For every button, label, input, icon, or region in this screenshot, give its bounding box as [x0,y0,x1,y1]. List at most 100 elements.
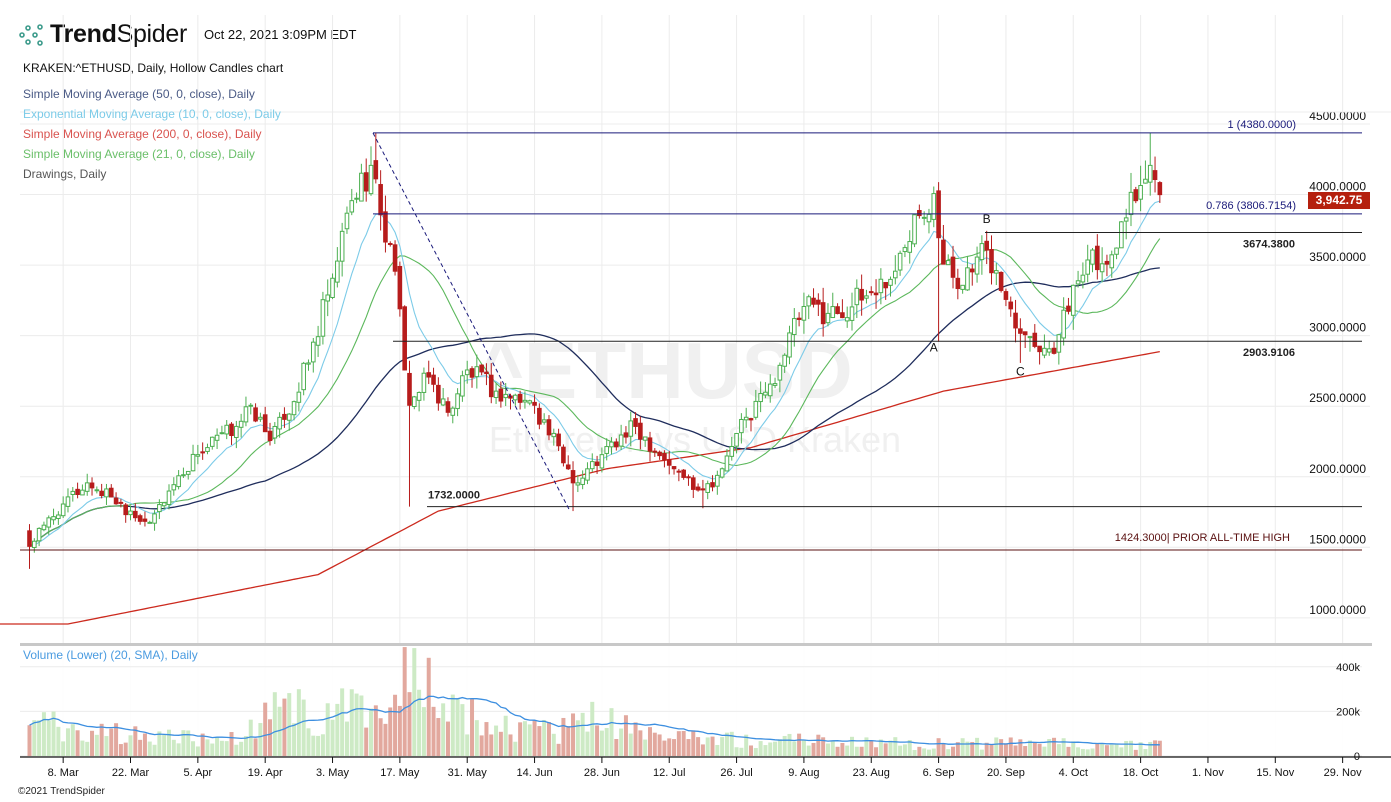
volume-bar [854,746,859,756]
volume-bar [638,730,643,756]
candle-body [354,197,359,200]
candle-body [27,530,32,547]
candle-body [484,371,489,375]
volume-bar [1061,738,1066,756]
candle-body [1018,328,1023,334]
candle-body [1075,280,1081,285]
candle-body [1022,331,1028,336]
volume-bar [869,740,874,756]
candle-body [392,244,398,272]
volume-bar [989,744,994,756]
legend-item[interactable]: Simple Moving Average (200, 0, close), D… [23,127,262,141]
x-tick-label: 5. Apr [183,767,212,779]
x-tick-label: 23. Aug [853,767,890,779]
volume-bar [1080,748,1085,756]
volume-bar [258,723,263,756]
volume-bar [1032,741,1037,756]
x-tick-label: 3. May [316,767,350,779]
candle-body [599,454,605,469]
volume-bar [75,730,80,756]
candle-body [1003,291,1009,300]
volume-bar [1052,737,1057,756]
volume-bar [498,731,503,756]
legend-item[interactable]: Exponential Moving Average (10, 0, close… [23,107,281,121]
volume-bar [90,730,95,756]
legend-item[interactable]: Simple Moving Average (21, 0, close), Da… [23,147,255,161]
candle-body [690,477,696,490]
legend-item[interactable]: Drawings, Daily [23,167,106,181]
wave-label: C [1016,365,1025,379]
volume-bar [1008,737,1013,756]
volume-bar [436,718,441,756]
volume-bar [936,738,941,756]
volume-bar [595,725,600,756]
volume-bar [142,733,147,756]
volume-bar [768,742,773,756]
volume-bar [152,744,157,756]
candle-body [301,362,306,391]
volume-bar [1085,749,1090,756]
volume-bar [402,647,407,756]
volume-bar [349,689,354,756]
candle-body [349,200,355,213]
candle-body [214,434,220,441]
volume-bar [388,707,393,756]
volume-bar [109,728,114,756]
candle-body [378,184,383,216]
candle-body [84,482,90,492]
candle-body [638,422,643,440]
volume-bar [1042,746,1047,756]
candle-body [200,451,205,454]
candle-body [335,260,340,283]
candle-body [772,383,778,386]
volume-bar [306,728,311,756]
candle-body [488,374,494,398]
volume-bar [268,719,272,756]
volume-bar [633,722,638,756]
candle-body [65,496,71,507]
volume-bar [46,720,51,756]
candle-body [657,451,662,457]
candle-body [705,483,711,493]
candle-body [878,278,884,294]
drawing-label: 1732.0000 [428,490,480,502]
volume-bar [753,748,758,756]
x-tick-label: 15. Nov [1256,767,1294,779]
candle-body [743,416,749,421]
volume-bar [104,736,109,756]
candle-body [445,401,451,413]
volume-bar [210,743,215,756]
candle-body [426,372,432,378]
candle-body [282,413,287,420]
candle-body [368,164,374,195]
candle-body [291,401,297,416]
x-tick-label: 1. Nov [1192,767,1224,779]
candle-body [75,488,80,495]
candle-body [888,278,893,286]
volume-bar [195,746,200,756]
x-tick-label: 18. Oct [1123,767,1158,779]
y-tick-label: 4500.0000 [1309,109,1366,123]
volume-bar [508,734,513,756]
volume-bar [171,739,176,756]
volume-bar [628,733,633,756]
candle-body [450,407,456,416]
candle-body [719,468,725,478]
y-tick-label: 3500.0000 [1309,250,1366,264]
candle-body [609,441,614,448]
volume-bar [1104,745,1109,756]
volume-bar [667,738,672,756]
drawing-label: 0.786 (3806.7154) [1206,200,1296,212]
candle-body [330,277,335,298]
volume-bar [1119,747,1124,756]
candle-body [537,407,542,425]
candle-body [142,518,148,522]
volume-bar [835,746,840,756]
legend-item[interactable]: Simple Moving Average (50, 0, close), Da… [23,87,255,101]
candle-body [844,317,850,322]
candle-body [412,396,417,408]
candle-body [854,287,860,306]
candle-body [1085,259,1091,275]
candle-body [339,230,345,262]
volume-bar [994,737,999,756]
